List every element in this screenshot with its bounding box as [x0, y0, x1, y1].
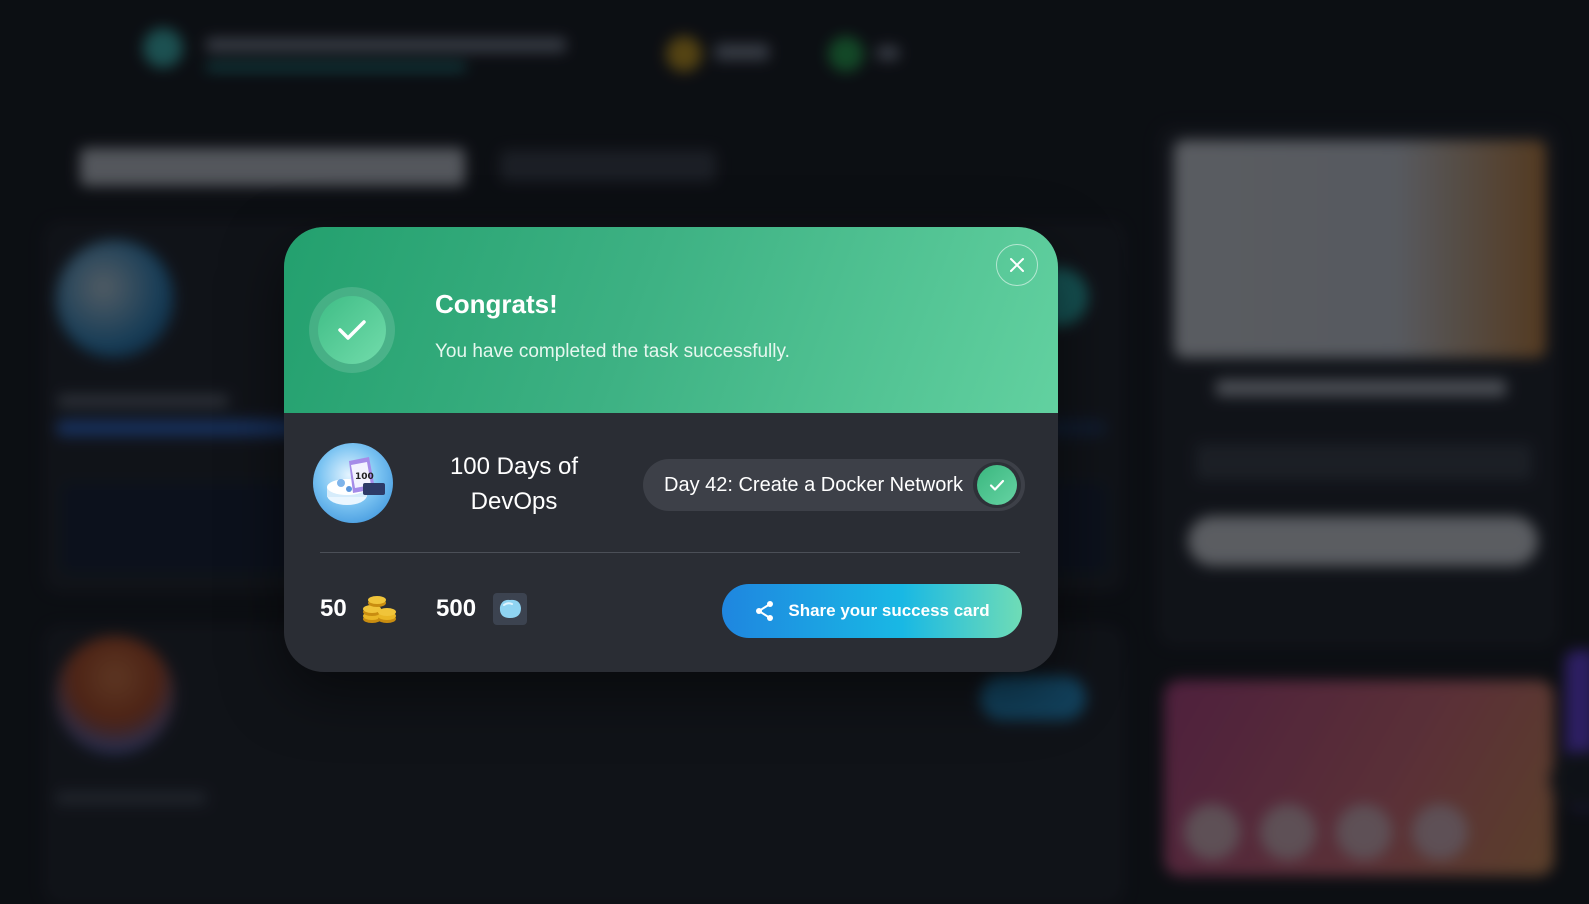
course-title: 100 Days of DevOps	[449, 453, 579, 515]
checkmark-icon	[977, 465, 1017, 505]
reward-coins-value: 50	[320, 595, 347, 622]
close-button[interactable]	[996, 244, 1038, 286]
checkmark-icon	[318, 296, 386, 364]
reward-gems-value: 500	[436, 595, 477, 622]
share-success-card-button[interactable]: Share your success card	[722, 584, 1022, 638]
divider	[320, 552, 1020, 553]
course-badge-image: 100	[313, 443, 393, 523]
success-modal: Congrats! You have completed the task su…	[284, 227, 1058, 672]
modal-header: Congrats! You have completed the task su…	[284, 227, 1058, 413]
completed-task-pill: Day 42: Create a Docker Network	[643, 459, 1025, 511]
close-icon	[1010, 258, 1024, 272]
coins-icon	[363, 596, 396, 623]
task-label: Day 42: Create a Docker Network	[664, 474, 964, 496]
modal-subtitle: You have completed the task successfully…	[435, 341, 790, 362]
task-complete-badge	[973, 462, 1021, 508]
share-icon	[756, 601, 774, 621]
gem-icon	[493, 593, 527, 625]
modal-title: Congrats!	[435, 289, 558, 319]
svg-text:100: 100	[355, 472, 374, 482]
share-button-label: Share your success card	[788, 601, 990, 620]
